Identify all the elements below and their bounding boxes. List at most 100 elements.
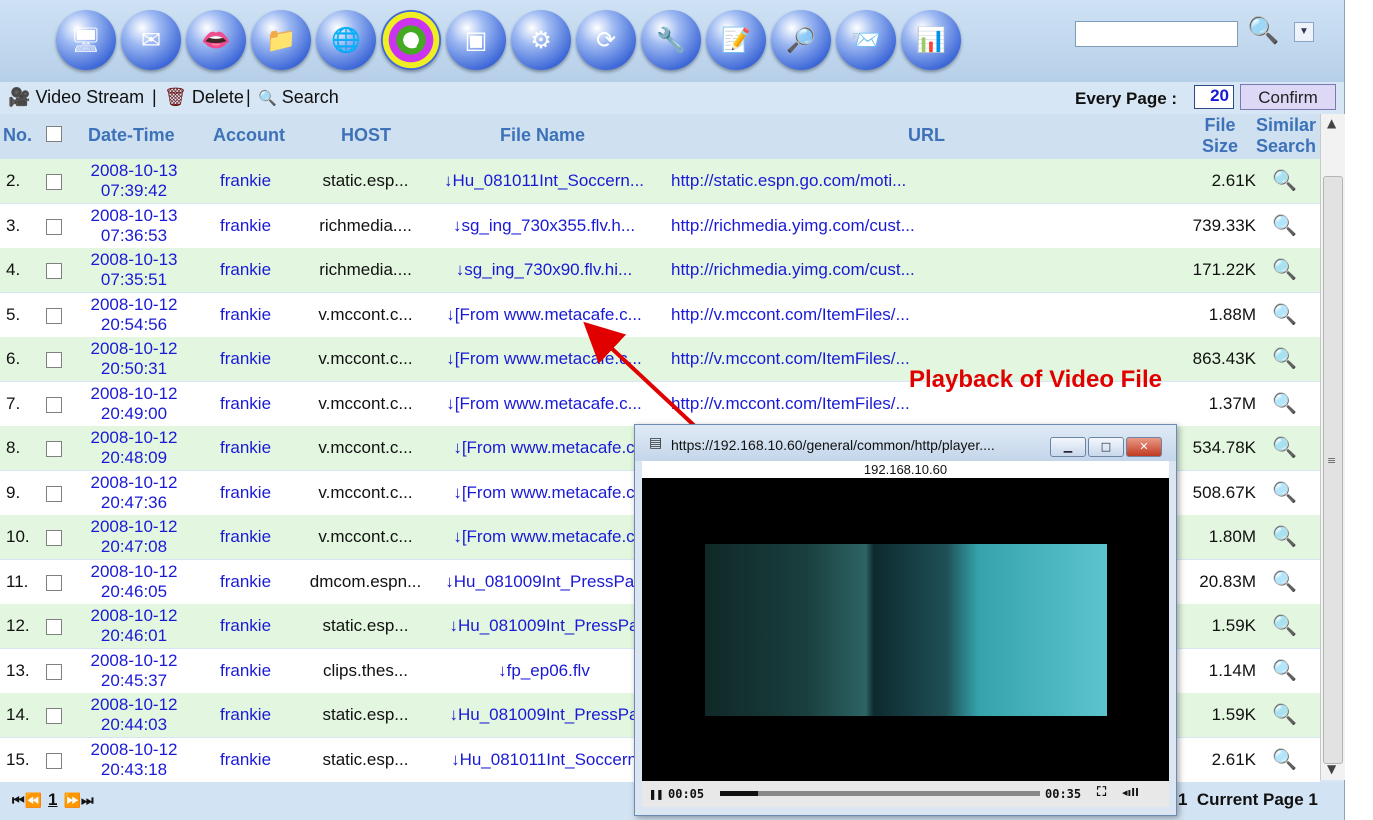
prev-page-icon[interactable]: ⏪ bbox=[25, 793, 42, 809]
similar-search-icon[interactable]: 🔍 bbox=[1272, 613, 1297, 637]
row-account[interactable]: frankie bbox=[220, 171, 271, 191]
terminal-icon[interactable]: ▣ bbox=[446, 10, 506, 70]
scroll-up-icon[interactable]: ▲ bbox=[1327, 116, 1336, 130]
next-page-icon[interactable]: ⏩ bbox=[64, 793, 81, 809]
row-datetime[interactable]: 2008-10-12 20:47:08 bbox=[86, 517, 182, 557]
computer-icon[interactable]: 🖥 bbox=[56, 10, 116, 70]
page-link[interactable]: 1 bbox=[48, 790, 57, 809]
last-page-icon[interactable]: ⏭ bbox=[81, 793, 94, 809]
settings-gear-icon[interactable]: ⚙ bbox=[511, 10, 571, 70]
header-filename[interactable]: File Name bbox=[500, 125, 585, 146]
row-url-link[interactable]: http://v.mccont.com/ItemFiles/... bbox=[671, 349, 910, 369]
table-row[interactable]: 2. 2008-10-13 07:39:42 frankie static.esp...… bbox=[0, 159, 1320, 203]
row-datetime[interactable]: 2008-10-12 20:46:01 bbox=[86, 606, 182, 646]
row-datetime[interactable]: 2008-10-13 07:39:42 bbox=[86, 161, 182, 201]
similar-search-icon[interactable]: 🔍 bbox=[1272, 346, 1297, 370]
row-account[interactable]: frankie bbox=[220, 572, 271, 592]
row-checkbox[interactable] bbox=[46, 174, 62, 190]
row-checkbox[interactable] bbox=[46, 663, 62, 680]
minimize-icon[interactable]: ▁ bbox=[1050, 437, 1086, 457]
row-filename-link[interactable]: ↓[From www.metacafe.c... bbox=[436, 394, 652, 414]
row-datetime[interactable]: 2008-10-12 20:43:18 bbox=[86, 740, 182, 780]
row-checkbox[interactable] bbox=[46, 441, 62, 457]
row-account[interactable]: frankie bbox=[220, 483, 271, 503]
header-datetime[interactable]: Date-Time bbox=[88, 125, 175, 146]
row-filename-link[interactable]: ↓sg_ing_730x355.flv.h... bbox=[436, 216, 652, 236]
row-url-link[interactable]: http://v.mccont.com/ItemFiles/... bbox=[671, 305, 910, 325]
per-page-input[interactable]: 20 bbox=[1194, 85, 1234, 109]
similar-search-icon[interactable]: 🔍 bbox=[1272, 168, 1297, 192]
refresh-icon[interactable]: ⟳ bbox=[576, 10, 636, 70]
row-account[interactable]: frankie bbox=[220, 750, 271, 770]
search-dropdown-icon[interactable]: ▼ bbox=[1294, 22, 1314, 42]
row-filename-link[interactable]: ↓[From www.metacafe.c bbox=[436, 527, 652, 547]
similar-search-icon[interactable]: 🔍 bbox=[1272, 658, 1297, 682]
header-host[interactable]: HOST bbox=[341, 125, 391, 146]
maximize-icon[interactable]: □ bbox=[1088, 437, 1124, 457]
similar-search-icon[interactable]: 🔍 bbox=[1272, 747, 1297, 771]
similar-search-icon[interactable]: 🔍 bbox=[1272, 524, 1297, 548]
row-datetime[interactable]: 2008-10-12 20:45:37 bbox=[86, 651, 182, 691]
mail-forward-icon[interactable]: 📨 bbox=[836, 10, 896, 70]
row-checkbox[interactable] bbox=[46, 574, 62, 591]
row-account[interactable]: frankie bbox=[220, 616, 271, 636]
row-checkbox[interactable] bbox=[46, 218, 62, 235]
row-checkbox[interactable] bbox=[46, 619, 62, 635]
network-icon[interactable]: 🌐 bbox=[316, 10, 376, 70]
row-checkbox[interactable] bbox=[46, 708, 62, 724]
row-filename-link[interactable]: ↓sg_ing_730x90.flv.hi... bbox=[436, 260, 652, 280]
fullscreen-icon[interactable]: ⛶ bbox=[1097, 785, 1106, 800]
row-filename-link[interactable]: ↓Hu_081009Int_PressPas bbox=[436, 572, 652, 592]
row-datetime[interactable]: 2008-10-13 07:35:51 bbox=[86, 250, 182, 290]
similar-search-icon[interactable]: 🔍 bbox=[1272, 391, 1297, 415]
row-datetime[interactable]: 2008-10-12 20:49:00 bbox=[86, 384, 182, 424]
scroll-down-icon[interactable]: ▼ bbox=[1327, 762, 1336, 776]
search-action[interactable]: 🔍 Search bbox=[258, 87, 339, 108]
row-url-link[interactable]: http://richmedia.yimg.com/cust... bbox=[671, 216, 915, 236]
row-datetime[interactable]: 2008-10-13 07:36:53 bbox=[86, 206, 182, 246]
row-datetime[interactable]: 2008-10-12 20:44:03 bbox=[86, 695, 182, 735]
similar-search-icon[interactable]: 🔍 bbox=[1272, 480, 1297, 504]
delete-action[interactable]: 🗑 Delete bbox=[164, 87, 244, 108]
row-url-link[interactable]: http://static.espn.go.com/moti... bbox=[671, 171, 906, 191]
table-row[interactable]: 4. 2008-10-13 07:35:51 frankie richmedia....… bbox=[0, 248, 1320, 292]
row-filename-link[interactable]: ↓Hu_081009Int_PressPa bbox=[436, 705, 652, 725]
row-filename-link[interactable]: ↓[From www.metacafe.c bbox=[436, 438, 652, 458]
row-filename-link[interactable]: ↓[From www.metacafe.c... bbox=[436, 305, 652, 325]
video-area[interactable] bbox=[642, 478, 1169, 781]
magnifier-search-icon[interactable]: 🔍 bbox=[1247, 16, 1279, 46]
similar-search-icon[interactable]: 🔍 bbox=[1272, 257, 1297, 281]
row-filename-link[interactable]: ↓Hu_081011Int_Soccern bbox=[436, 750, 652, 770]
similar-search-icon[interactable]: 🔍 bbox=[1272, 302, 1297, 326]
confirm-button[interactable]: Confirm bbox=[1240, 84, 1336, 110]
header-account[interactable]: Account bbox=[213, 125, 285, 146]
folder-search-icon[interactable]: 🔎 bbox=[771, 10, 831, 70]
row-account[interactable]: frankie bbox=[220, 305, 271, 325]
row-checkbox[interactable] bbox=[46, 396, 62, 413]
row-datetime[interactable]: 2008-10-12 20:46:05 bbox=[86, 562, 182, 602]
header-filesize[interactable]: File Size bbox=[1202, 115, 1238, 157]
notes-icon[interactable]: 📝 bbox=[706, 10, 766, 70]
first-page-icon[interactable]: ⏮ bbox=[12, 793, 25, 809]
row-account[interactable]: frankie bbox=[220, 394, 271, 414]
mail-icon[interactable]: ✉ bbox=[121, 10, 181, 70]
similar-search-icon[interactable]: 🔍 bbox=[1272, 702, 1297, 726]
vertical-scrollbar[interactable]: ▲ ≡ ▼ bbox=[1320, 114, 1345, 780]
row-account[interactable]: frankie bbox=[220, 216, 271, 236]
row-url-link[interactable]: http://richmedia.yimg.com/cust... bbox=[671, 260, 915, 280]
row-checkbox[interactable] bbox=[46, 263, 62, 279]
wrench-icon[interactable]: 🔧 bbox=[641, 10, 701, 70]
ie-browser-icon[interactable]: e bbox=[381, 10, 441, 70]
table-row[interactable]: 5. 2008-10-12 20:54:56 frankie v.mccont.c...… bbox=[0, 292, 1320, 337]
row-account[interactable]: frankie bbox=[220, 349, 271, 369]
close-icon[interactable]: ✕ bbox=[1126, 437, 1162, 457]
similar-search-icon[interactable]: 🔍 bbox=[1272, 435, 1297, 459]
lips-icon[interactable]: 👄 bbox=[186, 10, 246, 70]
row-datetime[interactable]: 2008-10-12 20:50:31 bbox=[86, 339, 182, 379]
row-account[interactable]: frankie bbox=[220, 260, 271, 280]
row-account[interactable]: frankie bbox=[220, 705, 271, 725]
select-all-checkbox[interactable] bbox=[46, 126, 62, 142]
scroll-thumb[interactable] bbox=[1323, 176, 1343, 764]
volume-icon[interactable]: ◂ıll bbox=[1122, 786, 1139, 799]
row-checkbox[interactable] bbox=[46, 485, 62, 502]
